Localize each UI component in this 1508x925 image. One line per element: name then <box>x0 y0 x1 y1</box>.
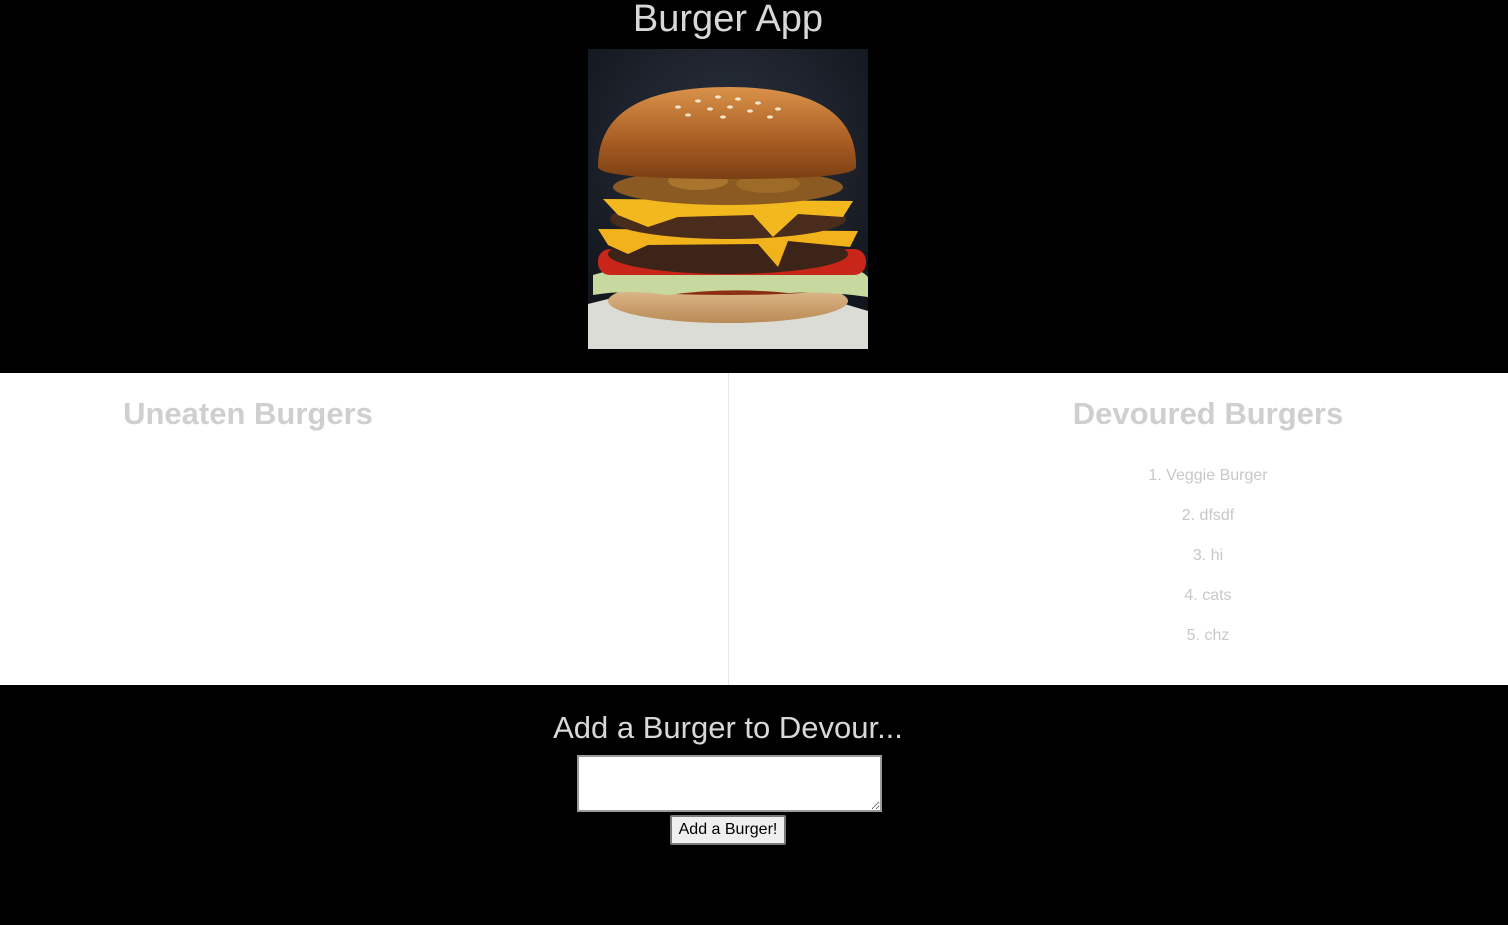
list-item: 1. Veggie Burger <box>1148 467 1268 484</box>
add-burger-button[interactable]: Add a Burger! <box>670 815 786 845</box>
devoured-column: Devoured Burgers 1. Veggie Burger 2. dfs… <box>729 373 1508 685</box>
devoured-title: Devoured Burgers <box>1072 396 1344 431</box>
uneaten-column: Uneaten Burgers <box>0 373 729 685</box>
app-title: Burger App <box>632 0 824 40</box>
devoured-list: 1. Veggie Burger 2. dfsdf 3. hi 4. cats … <box>729 461 1508 661</box>
burger-photo <box>588 49 868 349</box>
burger-name-input[interactable] <box>577 755 882 812</box>
add-burger-form: Add a Burger to Devour... Add a Burger! <box>0 685 1508 925</box>
header: Burger App <box>0 0 1508 373</box>
list-item: 3. hi <box>1192 547 1224 564</box>
burger-lists: Uneaten Burgers Devoured Burgers 1. Vegg… <box>0 373 1508 685</box>
uneaten-title: Uneaten Burgers <box>123 396 373 431</box>
list-item: 5. chz <box>1186 627 1230 644</box>
burger-image <box>588 49 868 349</box>
form-title: Add a Burger to Devour... <box>553 710 903 745</box>
list-item: 2. dfsdf <box>1181 507 1235 524</box>
list-item: 4. cats <box>1184 587 1232 604</box>
